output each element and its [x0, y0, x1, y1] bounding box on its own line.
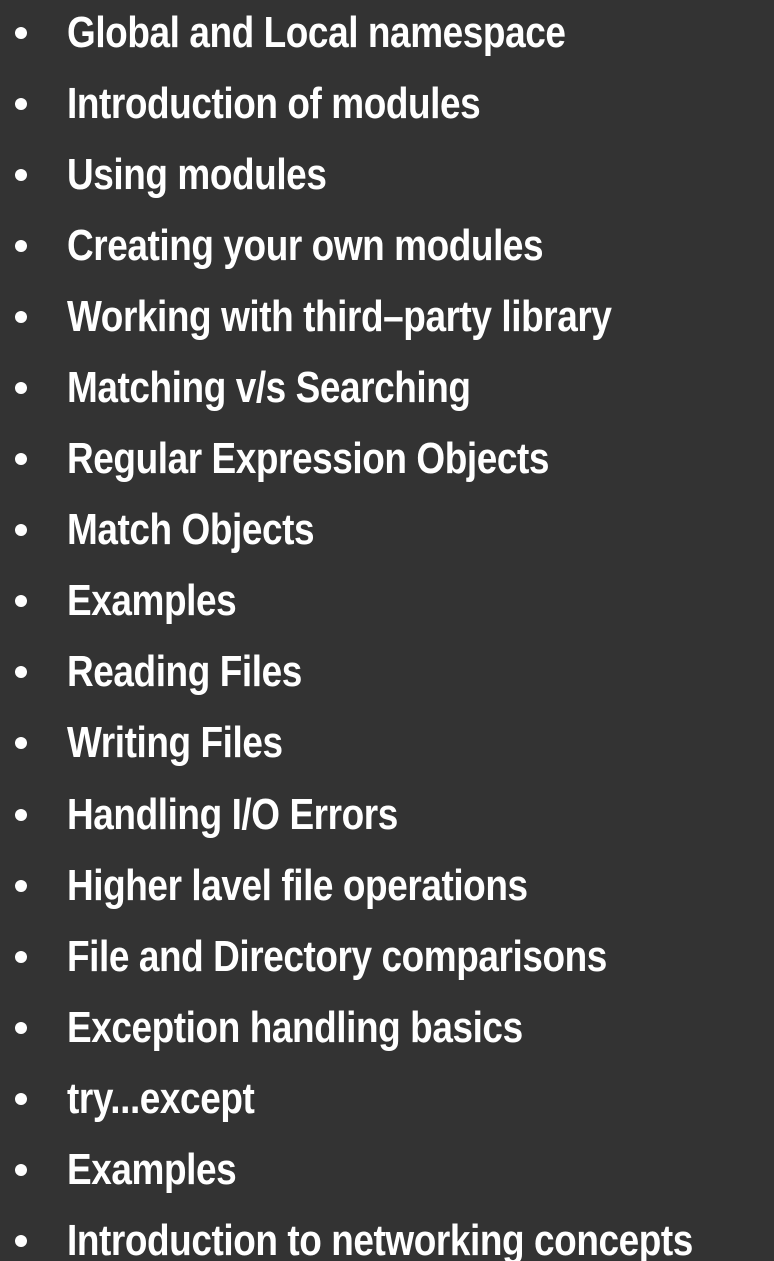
topic-label: Global and Local namespace: [67, 7, 566, 57]
list-item: Higher lavel file operations: [0, 850, 774, 921]
bullet-icon: [15, 1235, 27, 1248]
list-item: Writing Files: [0, 708, 774, 779]
list-item: Regular Expression Objects: [0, 424, 774, 495]
topic-label: Introduction of modules: [67, 78, 481, 128]
list-item: Working with third–party library: [0, 281, 774, 352]
bullet-icon: [15, 382, 27, 395]
list-item: Examples: [0, 1135, 774, 1206]
topic-label: Examples: [67, 1145, 237, 1195]
topic-label: Introduction to networking concepts: [67, 1216, 693, 1261]
topic-label: Exception handling basics: [67, 1002, 523, 1052]
topic-label: Match Objects: [67, 505, 315, 555]
list-item: Exception handling basics: [0, 992, 774, 1063]
bullet-icon: [15, 26, 27, 39]
list-item: File and Directory comparisons: [0, 921, 774, 992]
list-item: Matching v/s Searching: [0, 352, 774, 423]
bullet-icon: [15, 666, 27, 679]
bullet-icon: [15, 1164, 27, 1177]
topic-list: Global and Local namespace Introduction …: [0, 0, 774, 1261]
topic-label: Higher lavel file operations: [67, 860, 528, 910]
topic-label: Using modules: [67, 149, 327, 199]
topic-label: Examples: [67, 576, 237, 626]
list-item: Match Objects: [0, 495, 774, 566]
list-item: Creating your own modules: [0, 210, 774, 281]
list-item: Global and Local namespace: [0, 0, 774, 68]
bullet-icon: [15, 808, 27, 821]
topic-label: Reading Files: [67, 647, 302, 697]
list-item: Handling I/O Errors: [0, 779, 774, 850]
topic-label: Regular Expression Objects: [67, 434, 550, 484]
list-item: Introduction to networking concepts: [0, 1206, 774, 1261]
topic-label: Writing Files: [67, 718, 283, 768]
topic-label: Creating your own modules: [67, 220, 544, 270]
bullet-icon: [15, 168, 27, 181]
topic-label: try...except: [67, 1073, 255, 1123]
topic-list-page: Global and Local namespace Introduction …: [0, 0, 774, 1261]
bullet-icon: [15, 879, 27, 892]
topic-label: Working with third–party library: [67, 291, 612, 341]
bullet-icon: [15, 1021, 27, 1034]
topic-label: File and Directory comparisons: [67, 931, 607, 981]
topic-label: Handling I/O Errors: [67, 789, 398, 839]
bullet-icon: [15, 737, 27, 750]
bullet-icon: [15, 524, 27, 537]
bullet-icon: [15, 950, 27, 963]
bullet-icon: [15, 310, 27, 323]
bullet-icon: [15, 97, 27, 110]
bullet-icon: [15, 595, 27, 608]
bullet-icon: [15, 1092, 27, 1105]
list-item: Using modules: [0, 139, 774, 210]
topic-label: Matching v/s Searching: [67, 363, 471, 413]
list-item: Examples: [0, 566, 774, 637]
list-item: Reading Files: [0, 637, 774, 708]
bullet-icon: [15, 239, 27, 252]
list-item: Introduction of modules: [0, 68, 774, 139]
list-item: try...except: [0, 1063, 774, 1134]
bullet-icon: [15, 453, 27, 466]
